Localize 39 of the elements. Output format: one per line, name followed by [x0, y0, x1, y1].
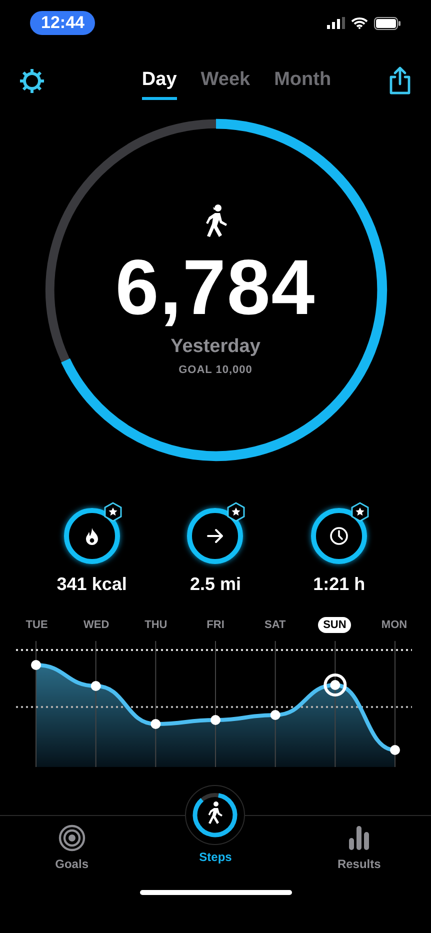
- status-time: 12:44: [30, 11, 96, 35]
- settings-icon[interactable]: [18, 67, 46, 95]
- signal-icon: [327, 17, 345, 29]
- data-point: [150, 719, 161, 729]
- star-badge-icon: [102, 502, 123, 522]
- day-label[interactable]: MON: [376, 617, 412, 633]
- nav-tab[interactable]: Steps: [160, 785, 270, 880]
- data-point: [90, 681, 101, 691]
- walking-person-ring-icon: [191, 791, 240, 839]
- star-badge-icon: [226, 502, 246, 522]
- day-label[interactable]: WED: [78, 617, 114, 633]
- period-tab[interactable]: Month: [274, 62, 332, 100]
- period-label: Yesterday: [170, 336, 260, 358]
- selected-point-ring: [324, 674, 347, 696]
- data-point: [31, 660, 41, 670]
- wifi-icon: [351, 17, 368, 29]
- day-label[interactable]: SAT: [260, 617, 291, 633]
- day-label[interactable]: THU: [140, 617, 172, 633]
- step-count: 6,784: [115, 248, 316, 326]
- walking-person-icon: [204, 204, 228, 240]
- star-badge-icon: [350, 502, 370, 522]
- data-point: [270, 710, 280, 720]
- metric-value: 341 kcal: [56, 574, 127, 595]
- metric-value: 2.5 mi: [190, 574, 241, 595]
- data-point: [210, 715, 220, 725]
- day-label[interactable]: SUN: [318, 617, 352, 633]
- period-tab[interactable]: Week: [200, 62, 250, 100]
- battery-icon: [374, 16, 401, 30]
- period-tab[interactable]: Day: [142, 62, 177, 100]
- clock-icon: [328, 525, 350, 547]
- day-label[interactable]: FRI: [202, 617, 230, 633]
- data-point: [330, 680, 340, 690]
- goal-label: GOAL 10,000: [178, 364, 252, 376]
- nav-tab[interactable]: Results: [304, 816, 414, 880]
- nav-tab[interactable]: Goals: [16, 816, 127, 880]
- data-point: [390, 745, 400, 755]
- day-label[interactable]: TUE: [20, 617, 53, 633]
- metric-value: 1:21 h: [313, 574, 366, 595]
- target-icon: [58, 824, 86, 852]
